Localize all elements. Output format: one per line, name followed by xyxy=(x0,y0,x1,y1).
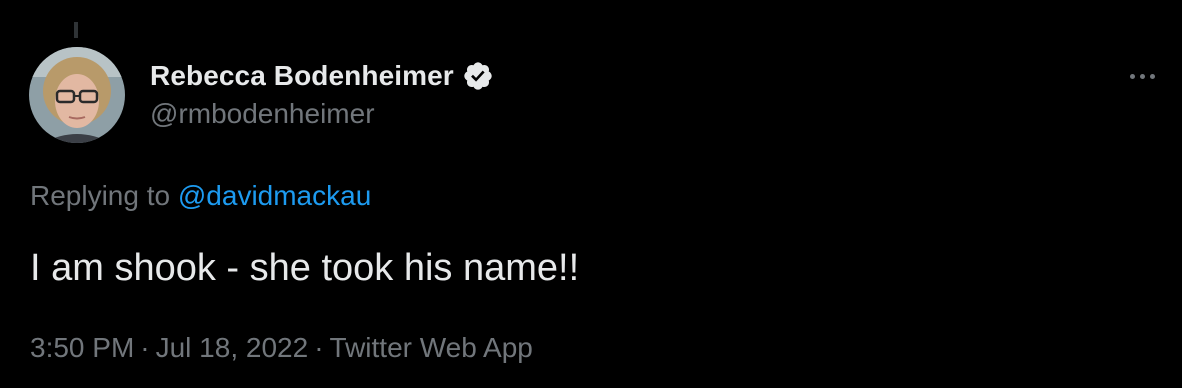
replying-to-line: Replying to @davidmackau xyxy=(30,180,371,212)
more-options-button[interactable] xyxy=(1122,62,1162,90)
tweet-source: Twitter Web App xyxy=(329,332,533,363)
reply-mention-link[interactable]: @davidmackau xyxy=(178,180,371,211)
avatar-image xyxy=(29,47,125,143)
author-display-name[interactable]: Rebecca Bodenheimer xyxy=(150,60,454,92)
more-horizontal-icon-dot xyxy=(1139,73,1145,79)
meta-separator: · xyxy=(140,332,150,363)
tweet-time-link[interactable]: 3:50 PM xyxy=(30,332,134,363)
tweet-text: I am shook - she took his name!! xyxy=(30,247,580,289)
avatar[interactable] xyxy=(29,47,125,143)
meta-separator: · xyxy=(314,332,324,363)
replying-to-label: Replying to xyxy=(30,180,171,211)
thread-connector-line xyxy=(74,22,78,38)
more-horizontal-icon-dot xyxy=(1129,73,1135,79)
tweet-date-link[interactable]: Jul 18, 2022 xyxy=(156,332,309,363)
author-name-row: Rebecca Bodenheimer xyxy=(150,58,494,94)
verified-badge-icon xyxy=(462,60,494,92)
more-horizontal-icon-dot xyxy=(1149,73,1155,79)
tweet-meta: 3:50 PM · Jul 18, 2022 · Twitter Web App xyxy=(30,332,533,364)
author-handle[interactable]: @rmbodenheimer xyxy=(150,98,375,130)
